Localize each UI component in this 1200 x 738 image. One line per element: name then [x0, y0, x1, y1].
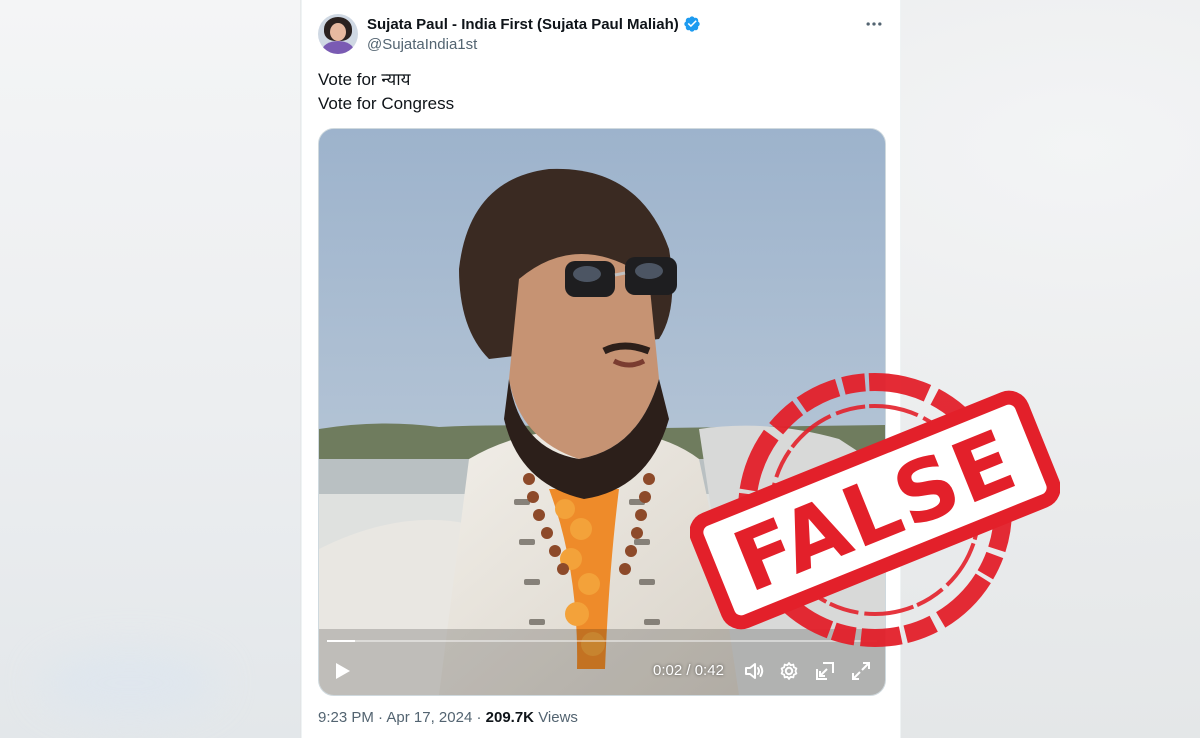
time-separator: / — [686, 662, 695, 679]
author-handle[interactable]: @SujataIndia1st — [367, 36, 477, 53]
video-time: 0:02 / 0:42 — [653, 662, 724, 679]
volume-icon[interactable] — [742, 659, 766, 683]
video-frame — [319, 129, 885, 695]
verified-badge-icon — [684, 16, 700, 32]
avatar[interactable] — [318, 14, 358, 54]
tweet-time[interactable]: 9:23 PM — [318, 709, 374, 726]
tweet-date[interactable]: Apr 17, 2024 — [386, 709, 472, 726]
more-button[interactable] — [862, 12, 886, 36]
tweet-line-1: Vote for न्याय — [318, 70, 411, 89]
video-controls: 0:02 / 0:42 — [319, 649, 885, 695]
picture-in-picture-icon[interactable] — [813, 659, 837, 683]
duration: 0:42 — [694, 662, 724, 679]
gear-icon[interactable] — [777, 659, 801, 683]
tweet-text: Vote for न्याय Vote for Congress — [318, 68, 454, 116]
views-label: Views — [538, 709, 578, 726]
current-time: 0:02 — [653, 662, 683, 679]
video-progress-bar[interactable] — [327, 640, 877, 642]
tweet-meta: 9:23 PM · Apr 17, 2024 · 209.7K Views — [318, 709, 578, 726]
author-display-name[interactable]: Sujata Paul - India First (Sujata Paul M… — [367, 16, 679, 33]
meta-separator-2: · — [476, 709, 486, 726]
left-background — [0, 0, 300, 738]
fullscreen-icon[interactable] — [849, 659, 873, 683]
more-icon — [866, 22, 882, 26]
video-progress-fill — [327, 640, 355, 642]
tweet-card: Sujata Paul - India First (Sujata Paul M… — [301, 0, 901, 738]
play-icon[interactable] — [330, 659, 354, 683]
tweet-line-2: Vote for Congress — [318, 94, 455, 113]
views-count: 209.7K — [485, 709, 535, 726]
video-player[interactable]: 0:02 / 0:42 — [318, 128, 886, 696]
author-name-row: Sujata Paul - India First (Sujata Paul M… — [367, 14, 701, 34]
